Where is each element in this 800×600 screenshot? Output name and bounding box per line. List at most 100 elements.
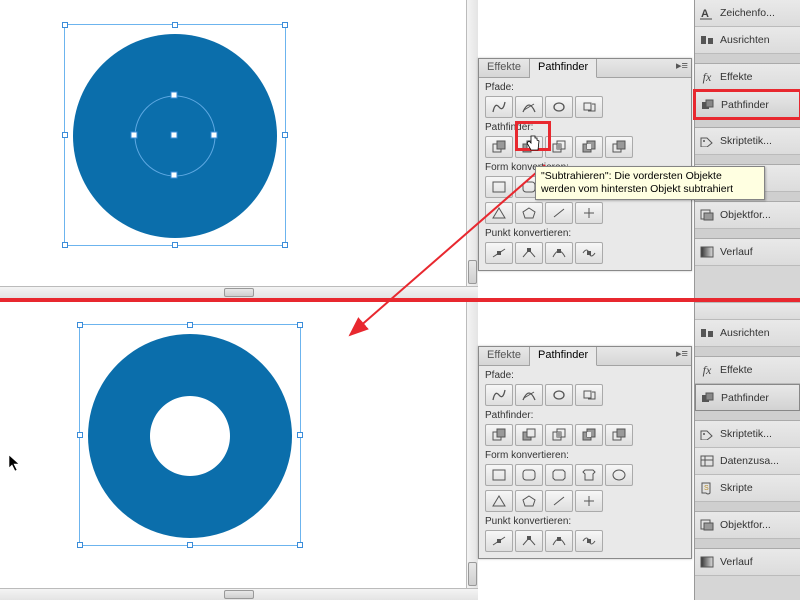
label: Zeichenfo... [720,7,775,19]
side-ausrichten[interactable]: Ausrichten [695,27,800,54]
shape-triangle-icon[interactable] [485,490,513,512]
side-effekte[interactable]: fxEffekte [695,357,800,384]
side-partial[interactable] [695,302,800,320]
tab-effekte[interactable]: Effekte [479,347,530,365]
label: Skripte [720,482,753,494]
effects-icon: fx [699,69,715,85]
tooltip-subtract: "Subtrahieren": Die vordersten Objekte w… [535,166,765,200]
label-punkt: Punkt konvertieren: [485,516,685,527]
tag-icon [699,133,715,149]
label: Skriptetik... [720,135,772,147]
pathfinder-intersect-icon[interactable] [545,424,573,446]
pathfinder-exclude-icon[interactable] [575,424,603,446]
pfade-open-icon[interactable] [515,384,543,406]
pfade-reverse-icon[interactable] [575,384,603,406]
character-icon: A [699,5,715,21]
label: Ausrichten [720,327,770,339]
shape-hv-line-icon[interactable] [575,202,603,224]
pfade-join-icon[interactable] [485,96,513,118]
gradient-icon [699,244,715,260]
pathfinder-minusback-icon[interactable] [605,424,633,446]
pfade-close-icon[interactable] [545,384,573,406]
label: Verlauf [720,556,753,568]
label: Pathfinder [721,99,769,111]
side-skriptetik[interactable]: Skriptetik... [695,128,800,155]
cursor-arrow-icon [8,454,22,472]
label-form: Form konvertieren: [485,450,685,461]
align-icon [699,32,715,48]
point-symmetric-icon[interactable] [575,530,603,552]
label-pfade: Pfade: [485,370,685,381]
label: Objektfor... [720,519,771,531]
svg-text:S: S [704,485,709,492]
gradient-icon [699,554,715,570]
side-objektfor[interactable]: Objektfor... [695,512,800,539]
pathfinder-subtract-icon[interactable] [515,424,543,446]
shape-hv-line-icon[interactable] [575,490,603,512]
side-zeichenfo[interactable]: A Zeichenfo... [695,0,800,27]
label: Ausrichten [720,34,770,46]
label: Objektfor... [720,209,771,221]
pathfinder-add-icon[interactable] [485,424,513,446]
shape-insetrect-icon[interactable] [575,464,603,486]
shape-polygon-icon[interactable] [515,490,543,512]
data-icon [699,453,715,469]
side-panel-strip: Ausrichten fxEffekte Pathfinder Skriptet… [694,302,800,600]
side-verlauf[interactable]: Verlauf [695,239,800,266]
side-datenzusa[interactable]: Datenzusa... [695,448,800,475]
script-icon: S [699,480,715,496]
side-effekte[interactable]: fx Effekte [695,64,800,91]
point-smooth-icon[interactable] [545,530,573,552]
shape-bevelrect-icon[interactable] [545,464,573,486]
horizontal-scrollbar[interactable] [0,588,478,600]
selection-bbox[interactable] [64,24,286,246]
side-pathfinder[interactable]: Pathfinder [695,91,800,118]
side-pathfinder[interactable]: Pathfinder [695,384,800,411]
pfade-open-icon[interactable] [515,96,543,118]
shape-rect-icon[interactable] [485,464,513,486]
label-pfade: Pfade: [485,82,685,93]
tab-pathfinder[interactable]: Pathfinder [530,347,597,366]
pathfinder-add-icon[interactable] [485,136,513,158]
object-styles-icon [699,517,715,533]
side-skripte[interactable]: S Skripte [695,475,800,502]
selection-bbox[interactable] [79,324,301,546]
state-after: Effekte Pathfinder ▸≡ Pfade: Pathfinder:… [0,302,800,600]
pfade-close-icon[interactable] [545,96,573,118]
panel-menu-icon[interactable]: ▸≡ [673,59,691,77]
vertical-scrollbar[interactable] [466,302,478,588]
shape-ellipse-icon[interactable] [605,464,633,486]
label: Datenzusa... [720,455,779,467]
point-corner-icon[interactable] [515,530,543,552]
pathfinder-icon [700,97,716,113]
point-plain-icon[interactable] [485,530,513,552]
side-skriptetik[interactable]: Skriptetik... [695,421,800,448]
pathfinder-icon [700,390,716,406]
side-objektfor[interactable]: Objektfor... [695,202,800,229]
pathfinder-exclude-icon[interactable] [575,136,603,158]
shape-roundrect-icon[interactable] [515,464,543,486]
pfade-join-icon[interactable] [485,384,513,406]
side-ausrichten[interactable]: Ausrichten [695,320,800,347]
point-symmetric-icon[interactable] [575,242,603,264]
pathfinder-panel[interactable]: Effekte Pathfinder ▸≡ Pfade: Pathfinder:… [478,346,692,559]
tab-effekte[interactable]: Effekte [479,59,530,77]
side-panel-strip: A Zeichenfo... Ausrichten fx Effekte Pathf… [694,0,800,298]
label: Verlauf [720,246,753,258]
side-verlauf[interactable]: Verlauf [695,549,800,576]
label: Effekte [720,71,753,83]
tag-icon [699,426,715,442]
svg-text:A: A [701,8,709,20]
shape-line-icon[interactable] [545,490,573,512]
pathfinder-minusback-icon[interactable] [605,136,633,158]
panel-tabs: Effekte Pathfinder ▸≡ [479,59,691,78]
tab-pathfinder[interactable]: Pathfinder [530,59,597,78]
effects-icon: fx [699,362,715,378]
pfade-reverse-icon[interactable] [575,96,603,118]
label-pathfinder: Pathfinder: [485,410,685,421]
label: Pathfinder [721,392,769,404]
label: Skriptetik... [720,428,772,440]
panel-menu-icon[interactable]: ▸≡ [673,347,691,365]
canvas[interactable] [0,302,478,600]
annotation-arrow [340,160,550,340]
